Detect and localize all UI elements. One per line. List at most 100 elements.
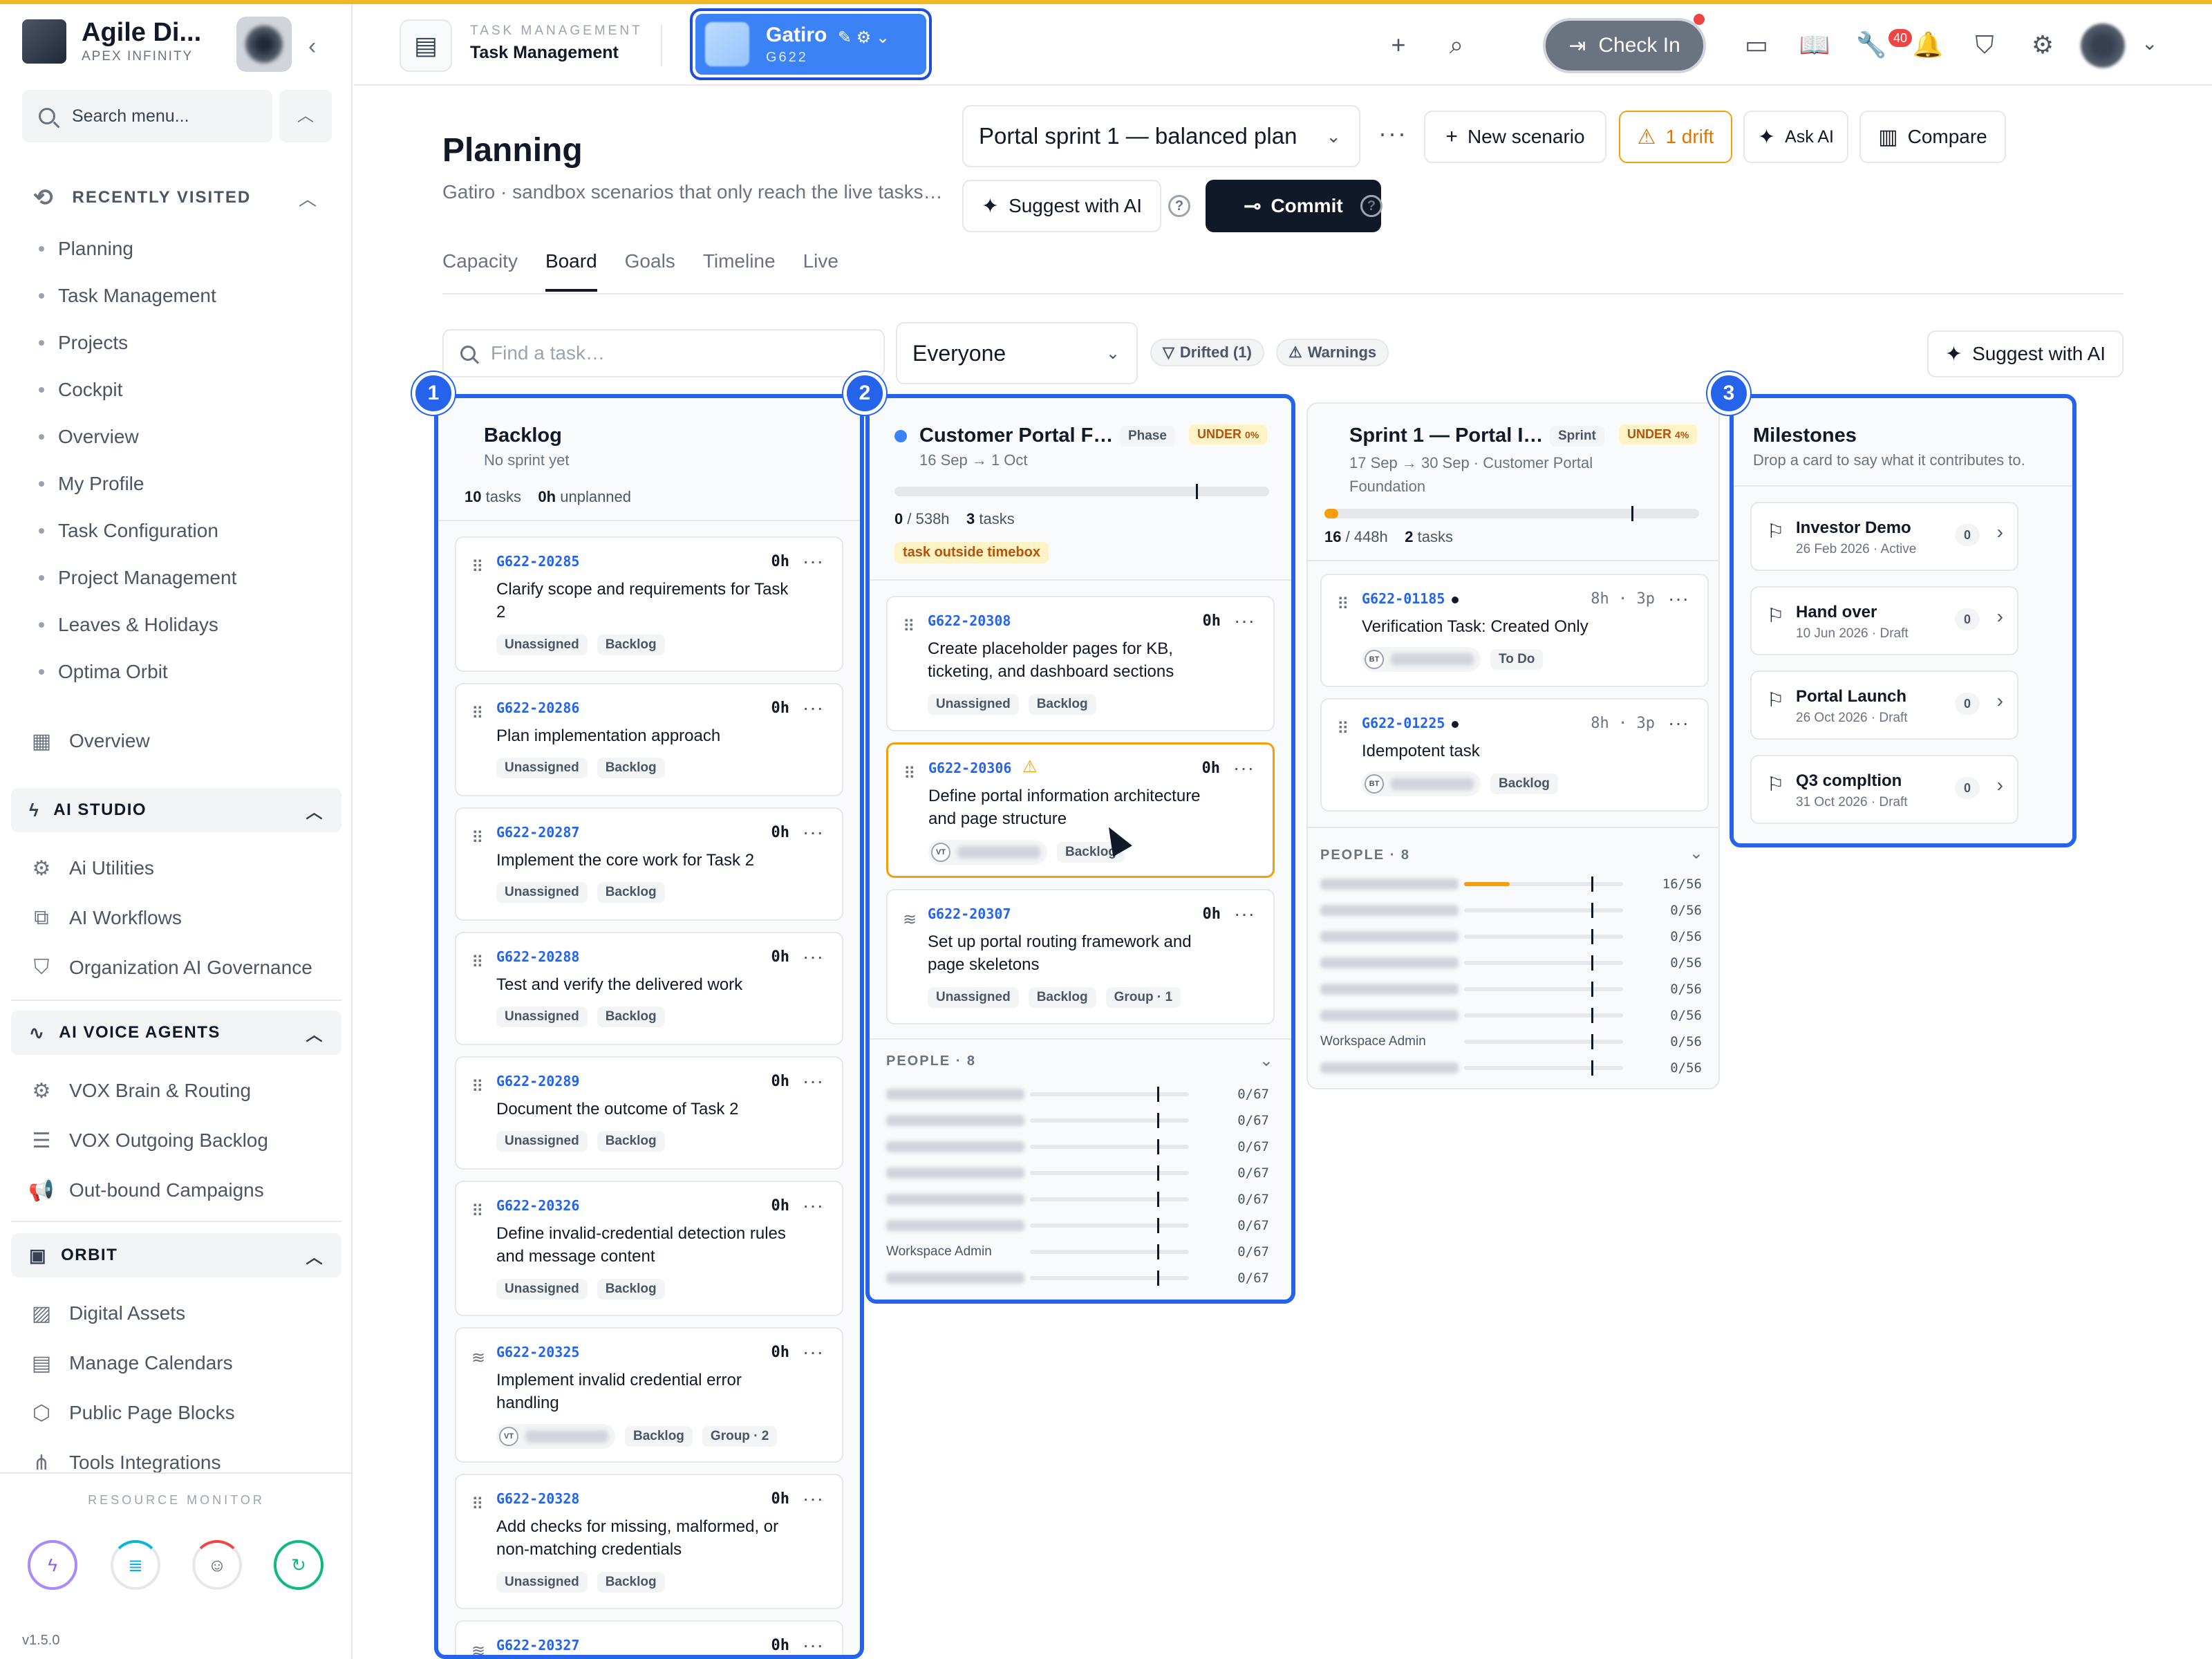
chevron-up-icon[interactable]: ︿ bbox=[299, 185, 317, 211]
assignee-tag[interactable]: Unassigned bbox=[496, 1279, 588, 1300]
people-filter-select[interactable]: Everyone ⌄ bbox=[896, 322, 1138, 384]
sidebar-item-vox-brain[interactable]: ⚙ VOX Brain & Routing bbox=[29, 1078, 251, 1103]
milestone-card[interactable]: ⚐ Portal Launch 26 Oct 2026 · Draft 0 › bbox=[1750, 671, 2018, 740]
task-id[interactable]: G622-20285 bbox=[496, 553, 579, 570]
people-row[interactable]: 0/67 bbox=[886, 1212, 1269, 1239]
cpu-gauge-icon[interactable]: ϟ bbox=[28, 1540, 77, 1590]
ai-voice-agents-header[interactable]: ∿ AI VOICE AGENTS ︿ bbox=[11, 1011, 341, 1055]
task-id[interactable]: G622-20308 bbox=[928, 612, 1011, 629]
collapse-sidebar-icon[interactable]: ‹ bbox=[308, 33, 316, 60]
task-card[interactable]: ≋ G622-20325 0h ··· Implement invalid cr… bbox=[455, 1327, 843, 1463]
task-id[interactable]: G622-20307 bbox=[928, 906, 1011, 922]
task-card[interactable]: ⠿ G622-20287 0h ··· Implement the core w… bbox=[455, 807, 843, 921]
brand[interactable]: Agile Di... APEX INFINITY bbox=[22, 18, 201, 64]
task-id[interactable]: G622-20328 bbox=[496, 1490, 579, 1507]
assignee-tag[interactable]: Unassigned bbox=[496, 882, 588, 903]
assignee-tag[interactable]: Unassigned bbox=[928, 987, 1019, 1008]
project-switcher[interactable]: Gatiro G622 ✎ ⚙ ⌄ bbox=[690, 8, 932, 80]
drift-button[interactable]: ⚠ 1 drift bbox=[1619, 111, 1732, 163]
task-id[interactable]: G622-20289 bbox=[496, 1073, 579, 1089]
people-row[interactable]: 0/67 bbox=[886, 1107, 1269, 1134]
more-options-icon[interactable]: ··· bbox=[1234, 903, 1255, 925]
drag-handle-icon[interactable]: ⠿ bbox=[903, 764, 916, 784]
tab-board[interactable]: Board bbox=[545, 250, 597, 292]
status-tag[interactable]: Backlog bbox=[597, 758, 665, 778]
recent-item[interactable]: Leaves & Holidays bbox=[39, 601, 236, 648]
more-options-icon[interactable]: ··· bbox=[803, 1194, 824, 1217]
task-id[interactable]: G622-01225 bbox=[1362, 715, 1459, 731]
drag-handle-icon[interactable]: ⠿ bbox=[1337, 719, 1349, 739]
drag-handle-icon[interactable]: ⠿ bbox=[471, 557, 484, 577]
assignee-chip[interactable]: VT bbox=[928, 840, 1047, 865]
task-id[interactable]: G622-20288 bbox=[496, 948, 579, 965]
warnings-filter-chip[interactable]: ⚠ Warnings bbox=[1276, 339, 1389, 366]
status-tag[interactable]: Backlog bbox=[1028, 694, 1096, 715]
tab-capacity[interactable]: Capacity bbox=[442, 250, 518, 292]
more-options-icon[interactable]: ··· bbox=[1233, 757, 1255, 779]
chevron-down-icon[interactable]: ⌄ bbox=[2141, 32, 2157, 55]
warning-icon[interactable]: ⚠ bbox=[1022, 757, 1038, 777]
recent-item[interactable]: Planning bbox=[39, 225, 236, 272]
people-row[interactable]: 0/56 bbox=[1320, 897, 1702, 924]
tab-live[interactable]: Live bbox=[803, 250, 838, 292]
more-options-icon[interactable]: ··· bbox=[1234, 610, 1255, 632]
task-card[interactable]: ≋ G622-20307 0h ··· Set up portal routin… bbox=[886, 889, 1275, 1024]
chevron-down-icon[interactable]: ⌄ bbox=[1689, 843, 1703, 863]
shield-icon[interactable]: ⛉ bbox=[1960, 21, 2009, 69]
task-id[interactable]: G622-20286 bbox=[496, 700, 579, 716]
more-options-icon[interactable]: ··· bbox=[803, 697, 824, 719]
help-icon[interactable]: ? bbox=[1360, 195, 1382, 217]
more-options-icon[interactable]: ··· bbox=[1378, 119, 1407, 148]
sidebar-item-tools-integrations[interactable]: ⋔ Tools Integrations bbox=[29, 1450, 221, 1475]
commit-button[interactable]: ⊸ Commit bbox=[1206, 180, 1381, 232]
wrench-icon[interactable]: 🔧 bbox=[1847, 21, 1895, 69]
milestone-card[interactable]: ⚐ Q3 compltion 31 Oct 2026 · Draft 0 › bbox=[1750, 755, 2018, 824]
people-row[interactable]: 0/67 bbox=[886, 1134, 1269, 1160]
assignee-chip[interactable]: BT bbox=[1362, 647, 1481, 672]
phase-column[interactable]: Customer Portal F… 16 Sep → 1 Oct Phase … bbox=[865, 394, 1295, 1304]
milestones-column[interactable]: Milestones Drop a card to say what it co… bbox=[1730, 394, 2077, 847]
recent-item[interactable]: Task Management bbox=[39, 272, 236, 319]
chevron-right-icon[interactable]: › bbox=[1997, 774, 2003, 796]
chevron-right-icon[interactable]: › bbox=[1997, 521, 2003, 543]
status-tag[interactable]: Backlog bbox=[1490, 774, 1558, 794]
workspace-avatar[interactable] bbox=[236, 17, 292, 72]
people-row[interactable]: 0/67 bbox=[886, 1265, 1269, 1291]
task-card[interactable]: ⠿ G622-20286 0h ··· Plan implementation … bbox=[455, 683, 843, 796]
gear-icon[interactable]: ⚙ bbox=[856, 28, 872, 47]
task-id[interactable]: G622-20325 bbox=[496, 1344, 579, 1360]
backlog-column[interactable]: Backlog No sprint yet 10 tasks 0h unplan… bbox=[434, 394, 864, 1659]
orbit-header[interactable]: ▣ ORBIT ︿ bbox=[11, 1233, 341, 1277]
people-row[interactable]: Workspace Admin 0/56 bbox=[1320, 1029, 1702, 1055]
task-card[interactable]: ⠿ G622-20289 0h ··· Document the outcome… bbox=[455, 1056, 843, 1170]
more-options-icon[interactable]: ··· bbox=[803, 1488, 824, 1510]
drag-handle-icon[interactable]: ⠿ bbox=[471, 704, 484, 724]
task-card[interactable]: ⠿ G622-20326 0h ··· Define invalid-crede… bbox=[455, 1181, 843, 1316]
sidebar-item-manage-calendars[interactable]: ▤ Manage Calendars bbox=[29, 1351, 233, 1376]
sidebar-item-overview[interactable]: ▦ Overview bbox=[29, 729, 150, 753]
bell-icon[interactable]: 🔔 bbox=[1904, 21, 1952, 69]
tab-goals[interactable]: Goals bbox=[625, 250, 675, 292]
milestone-card[interactable]: ⚐ Investor Demo 26 Feb 2026 · Active 0 › bbox=[1750, 502, 2018, 571]
drag-handle-icon[interactable]: ⠿ bbox=[471, 828, 484, 848]
task-card[interactable]: ⠿ G622-01185 8h · 3p ··· Verification Ta… bbox=[1320, 574, 1709, 687]
people-row[interactable]: 0/67 bbox=[886, 1160, 1269, 1186]
scenario-select[interactable]: Portal sprint 1 — balanced plan ⌄ bbox=[962, 105, 1360, 167]
status-tag[interactable]: Backlog bbox=[625, 1426, 693, 1447]
drag-handle-icon[interactable]: ⠿ bbox=[1337, 594, 1349, 615]
search-icon[interactable]: ⌕ bbox=[1432, 21, 1481, 69]
assignee-tag[interactable]: Unassigned bbox=[928, 694, 1019, 715]
sidebar-item-vox-outgoing[interactable]: ☰ VOX Outgoing Backlog bbox=[29, 1128, 268, 1153]
sidebar-item-digital-assets[interactable]: ▨ Digital Assets bbox=[29, 1301, 185, 1326]
check-in-button[interactable]: ⇥ Check In bbox=[1543, 18, 1706, 73]
chevron-down-icon[interactable]: ⌄ bbox=[876, 28, 890, 47]
chevron-right-icon[interactable]: › bbox=[1997, 690, 2003, 712]
database-gauge-icon[interactable]: ≣ bbox=[111, 1540, 160, 1590]
help-icon[interactable]: ? bbox=[1168, 195, 1190, 217]
outside-timebox-badge[interactable]: task outside timebox bbox=[894, 542, 1049, 563]
compare-button[interactable]: ▥ Compare bbox=[1859, 111, 2006, 163]
status-tag[interactable]: To Do bbox=[1490, 649, 1544, 670]
sidebar-item-public-page-blocks[interactable]: ⬡ Public Page Blocks bbox=[29, 1400, 235, 1425]
status-tag[interactable]: Backlog bbox=[1028, 987, 1096, 1008]
layers-icon[interactable]: ≋ bbox=[471, 1348, 485, 1368]
